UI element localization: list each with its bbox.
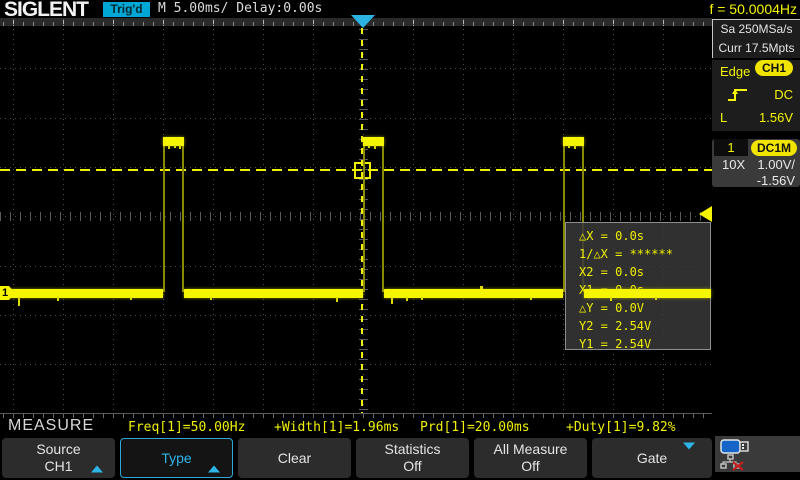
memory-depth: Curr 17.5Mpts: [713, 39, 800, 58]
channel-number: 1: [714, 139, 748, 156]
trace-edge: [382, 143, 384, 292]
menu-label: Type: [161, 450, 191, 467]
trigger-type: Edge: [720, 60, 750, 83]
trace-low-segment: [384, 289, 563, 298]
trace-noise-spike: [530, 297, 532, 300]
submenu-down-arrow-icon: [683, 450, 696, 467]
trace-noise-spike: [406, 297, 408, 301]
trace-noise-spike: [610, 297, 612, 301]
trace-noise-spike: [130, 297, 132, 300]
status-icon-panel: [715, 436, 800, 472]
sample-rate: Sa 250MSa/s: [713, 20, 800, 39]
measure-page-title: MEASURE: [8, 417, 94, 435]
trace-noise-spike: [655, 297, 657, 300]
cursor-line-y1: Y1 = 2.54V: [566, 335, 710, 353]
usb-icon: [720, 439, 750, 454]
menu-value: CH1: [44, 458, 72, 475]
trace-noise-spike: [179, 145, 181, 149]
grid-line-horizontal: [0, 118, 712, 119]
trace-noise-spike: [336, 297, 338, 302]
menu-button-statistics[interactable]: Statistics Off: [356, 438, 469, 478]
trace-noise-spike: [574, 145, 576, 149]
trace-noise-spike: [568, 145, 570, 148]
trigger-status-badge: Trig'd: [103, 2, 150, 17]
trigger-level-icon: [699, 206, 712, 222]
trace-low-segment: [0, 289, 163, 298]
trace-edge: [363, 143, 365, 292]
trace-noise-spike: [168, 145, 170, 149]
menu-value: Off: [403, 458, 421, 475]
menu-label: Clear: [278, 450, 311, 467]
menu-label: All Measure: [494, 441, 568, 458]
grid-center-horizontal-ticks: [0, 212, 712, 221]
menu-button-gate[interactable]: Gate: [592, 438, 712, 478]
cursor-readout-panel: △X = 0.0s 1/△X = ****** X2 = 0.0s X1 = 0…: [565, 222, 711, 350]
trace-noise-spike: [421, 297, 423, 300]
oscilloscope-screen: SIGLENT Trig'd M 5.00ms/ Delay:0.00s f =…: [0, 0, 800, 480]
trace-noise-spike: [368, 145, 370, 148]
bottom-minor-ticks: [3, 414, 712, 418]
grid-line-horizontal: [0, 68, 712, 69]
submenu-up-arrow-icon: [208, 450, 221, 467]
trigger-position-icon: [351, 15, 375, 28]
frequency-counter: f = 50.0004Hz: [700, 1, 797, 17]
trigger-coupling: DC: [774, 83, 793, 106]
trigger-level-label: L: [720, 106, 727, 129]
trace-noise-spike: [174, 145, 176, 148]
menu-label: Gate: [637, 450, 667, 467]
measurement-freq: Freq[1]=50.00Hz: [128, 420, 245, 435]
probe-attenuation: 10X: [722, 157, 745, 173]
measurement-width: +Width[1]=1.96ms: [274, 420, 399, 435]
trace-noise-spike: [210, 297, 212, 300]
trigger-level-value: 1.56V: [759, 106, 793, 129]
trace-noise-spike: [391, 297, 393, 304]
menu-button-type[interactable]: Type: [120, 438, 233, 478]
menu-button-source[interactable]: Source CH1: [2, 438, 115, 478]
lan-disconnected-icon: [720, 454, 746, 471]
trace-noise-spike: [18, 297, 20, 306]
grid-line-horizontal: [0, 364, 712, 365]
vertical-offset: -1.56V: [757, 173, 795, 189]
trace-noise-spike: [480, 286, 483, 289]
cursor-line-x2: X2 = 0.0s: [566, 263, 710, 281]
measurement-period: Prd[1]=20.00ms: [420, 420, 530, 435]
cursor-line-1dx: 1/△X = ******: [566, 245, 710, 263]
menu-button-all-measure[interactable]: All Measure Off: [474, 438, 587, 478]
trace-edge: [182, 143, 184, 292]
submenu-up-arrow-icon: [91, 450, 104, 467]
grid-bottom-edge: [0, 413, 712, 420]
cursor-line-dx: △X = 0.0s: [566, 227, 710, 245]
menu-value: Off: [521, 458, 539, 475]
timebase-readout: M 5.00ms/ Delay:0.00s: [158, 1, 322, 16]
menu-label: Source: [36, 441, 80, 458]
vertical-scale: 1.00V/: [757, 157, 795, 173]
cursor-line-y2: Y2 = 2.54V: [566, 317, 710, 335]
acquisition-info-box: Sa 250MSa/s Curr 17.5Mpts: [712, 19, 800, 58]
channel1-info-box: 1 DC1M 10X 1.00V/ -1.56V: [712, 139, 800, 187]
trace-noise-spike: [374, 145, 376, 149]
measurement-duty: +Duty[1]=9.82%: [566, 420, 676, 435]
trace-noise-spike: [57, 297, 59, 301]
trace-edge: [163, 143, 165, 292]
cursor-line-dy: △Y = 0.0V: [566, 299, 710, 317]
trigger-info-box: Edge CH1 DC L 1.56V: [712, 60, 800, 131]
trace-low-segment: [584, 289, 711, 298]
channel-coupling-badge: DC1M: [751, 140, 797, 156]
menu-button-clear[interactable]: Clear: [238, 438, 351, 478]
trigger-source-badge: CH1: [755, 60, 793, 76]
menu-label: Statistics: [384, 441, 440, 458]
